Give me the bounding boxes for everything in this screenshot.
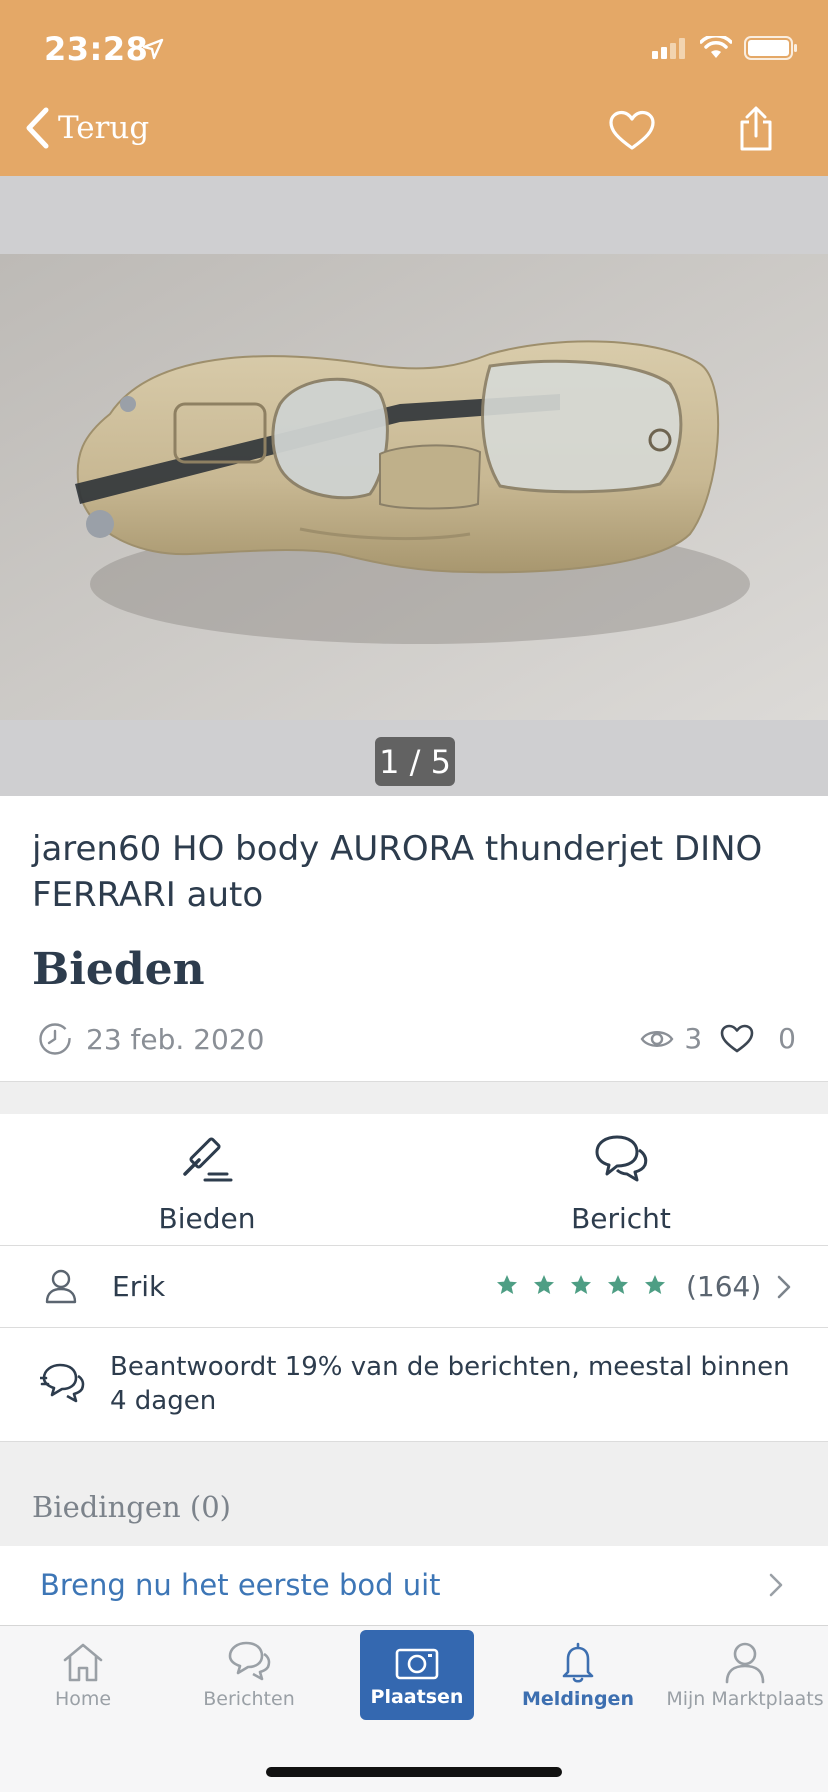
- car-body-image: [0, 254, 828, 720]
- tab-notifications[interactable]: Meldingen: [495, 1626, 661, 1726]
- star-icon: [497, 1275, 517, 1294]
- back-button[interactable]: Terug: [24, 106, 149, 150]
- listing-price: Bieden: [32, 944, 205, 995]
- chevron-left-icon: [26, 107, 49, 149]
- share-icon[interactable]: [736, 106, 776, 152]
- star-icon: [645, 1275, 665, 1294]
- photo-counter: 1 / 5: [375, 737, 455, 786]
- profile-icon: [725, 1642, 765, 1684]
- message-label: Bericht: [571, 1202, 671, 1235]
- battery-icon: [744, 36, 797, 60]
- chat-icon: [228, 1641, 271, 1681]
- tab-place-ad[interactable]: Plaatsen: [360, 1630, 474, 1720]
- response-bubbles-icon: [40, 1363, 85, 1403]
- tab-place-label: Plaatsen: [370, 1686, 464, 1708]
- tab-notifications-label: Meldingen: [522, 1688, 634, 1710]
- status-time: 23:28: [44, 30, 149, 68]
- tab-my-label: Mijn Marktplaats: [666, 1688, 824, 1710]
- user-icon: [45, 1269, 77, 1304]
- back-label: Terug: [58, 110, 150, 146]
- seller-row[interactable]: Erik (164): [0, 1246, 828, 1328]
- bid-label: Bieden: [158, 1202, 256, 1235]
- status-bar: 23:28: [0, 0, 828, 92]
- seller-rating: [496, 1274, 666, 1296]
- seller-name: Erik: [112, 1270, 166, 1303]
- action-row: Bieden Bericht: [0, 1114, 828, 1246]
- chevron-right-icon: [777, 1275, 791, 1299]
- photo-gallery[interactable]: [0, 176, 828, 796]
- tab-messages[interactable]: Berichten: [166, 1626, 332, 1726]
- listing-date: 23 feb. 2020: [86, 1022, 265, 1056]
- signal-icon: [652, 38, 685, 59]
- gavel-icon: [183, 1137, 233, 1182]
- wifi-icon: [700, 36, 732, 58]
- place-first-bid-row[interactable]: Breng nu het eerste bod uit: [0, 1546, 828, 1626]
- listing-title: jaren60 HO body AURORA thunderjet DINO F…: [32, 829, 763, 915]
- tab-messages-label: Berichten: [203, 1688, 295, 1710]
- listing-info: jaren60 HO body AURORA thunderjet DINO F…: [0, 796, 828, 1082]
- listing-date-row: 23 feb. 2020: [38, 1022, 264, 1056]
- place-first-bid-link[interactable]: Breng nu het eerste bod uit: [40, 1568, 441, 1602]
- chat-bubbles-icon: [595, 1135, 648, 1182]
- bell-icon: [562, 1642, 594, 1683]
- star-icon: [571, 1275, 591, 1294]
- response-rate-row: Beantwoordt 19% van de berichten, meesta…: [0, 1328, 828, 1442]
- nav-bar: Terug: [0, 92, 828, 176]
- chevron-right-icon: [769, 1573, 783, 1597]
- bids-header: Biedingen (0): [32, 1490, 231, 1524]
- listing-photo[interactable]: [0, 254, 828, 720]
- clock-icon: [39, 1023, 71, 1055]
- favorite-count: 0: [778, 1022, 796, 1055]
- listing-stats: 3 0: [640, 1022, 796, 1055]
- rating-count: (164): [686, 1270, 762, 1303]
- favorite-heart-icon[interactable]: [608, 110, 656, 152]
- bid-button[interactable]: Bieden: [0, 1114, 414, 1246]
- house-icon: [63, 1643, 103, 1682]
- heart-icon: [720, 1024, 754, 1052]
- location-arrow-icon: [142, 38, 164, 60]
- message-button[interactable]: Bericht: [414, 1114, 828, 1246]
- home-indicator: [266, 1767, 562, 1777]
- star-icon: [608, 1275, 628, 1294]
- view-count: 3: [684, 1022, 703, 1055]
- response-rate-text: Beantwoordt 19% van de berichten, meesta…: [110, 1352, 790, 1416]
- tab-home-label: Home: [54, 1688, 112, 1710]
- camera-icon: [395, 1648, 439, 1680]
- tab-home[interactable]: Home: [0, 1626, 166, 1726]
- eye-icon: [640, 1030, 674, 1047]
- tab-my-marktplaats[interactable]: Mijn Marktplaats: [662, 1626, 828, 1726]
- star-icon: [534, 1275, 554, 1294]
